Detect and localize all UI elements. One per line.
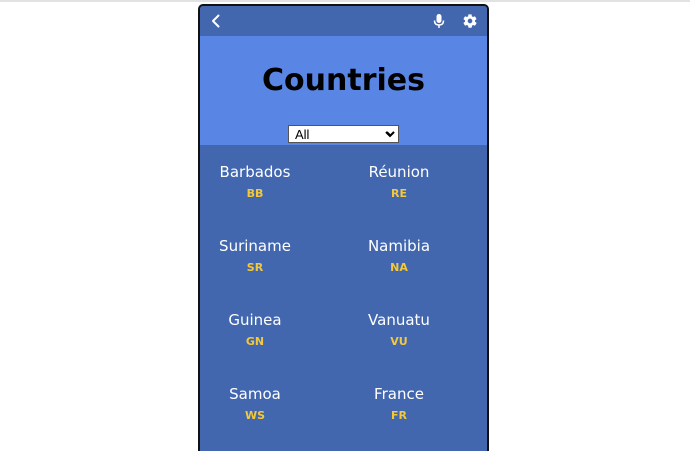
country-card-guinea[interactable]: Guinea GN [200, 293, 340, 367]
country-name: Namibia [367, 237, 431, 255]
country-code: BB [246, 187, 264, 200]
country-name: Guinea [228, 311, 282, 329]
country-code: NA [390, 261, 408, 274]
country-name: Barbados [219, 163, 291, 181]
country-name: Suriname [219, 237, 291, 255]
country-name: Vanuatu [368, 311, 430, 329]
country-card-france[interactable]: France FR [344, 367, 484, 441]
app-bar [200, 6, 487, 36]
region-filter-select[interactable]: All [288, 125, 399, 143]
country-card-barbados[interactable]: Barbados BB [200, 145, 340, 219]
country-code: FR [391, 409, 407, 422]
page-top-divider [0, 0, 690, 2]
back-button[interactable] [205, 10, 227, 32]
country-card-namibia[interactable]: Namibia NA [344, 219, 484, 293]
chevron-left-icon [209, 14, 223, 28]
country-code: GN [245, 335, 265, 348]
country-card-suriname[interactable]: Suriname SR [200, 219, 340, 293]
country-name: Réunion [368, 163, 430, 181]
voice-search-button[interactable] [428, 10, 450, 32]
country-code: VU [390, 335, 408, 348]
country-code: SR [246, 261, 264, 274]
country-code: RE [391, 187, 407, 200]
country-name: Samoa [229, 385, 281, 403]
microphone-icon [432, 13, 446, 29]
page-title: Countries [262, 63, 425, 98]
app-frame: Countries All Barbados BB Réunion RE Sur… [198, 4, 489, 451]
settings-button[interactable] [459, 10, 481, 32]
country-card-reunion[interactable]: Réunion RE [344, 145, 484, 219]
country-code: WS [244, 409, 266, 422]
gear-icon [462, 13, 478, 29]
chevron-down-icon [386, 131, 395, 137]
page-header: Countries All [200, 36, 487, 145]
country-name: France [374, 385, 424, 403]
country-card-samoa[interactable]: Samoa WS [200, 367, 340, 441]
country-card-vanuatu[interactable]: Vanuatu VU [344, 293, 484, 367]
country-grid: Barbados BB Réunion RE Suriname SR Namib… [200, 145, 487, 451]
